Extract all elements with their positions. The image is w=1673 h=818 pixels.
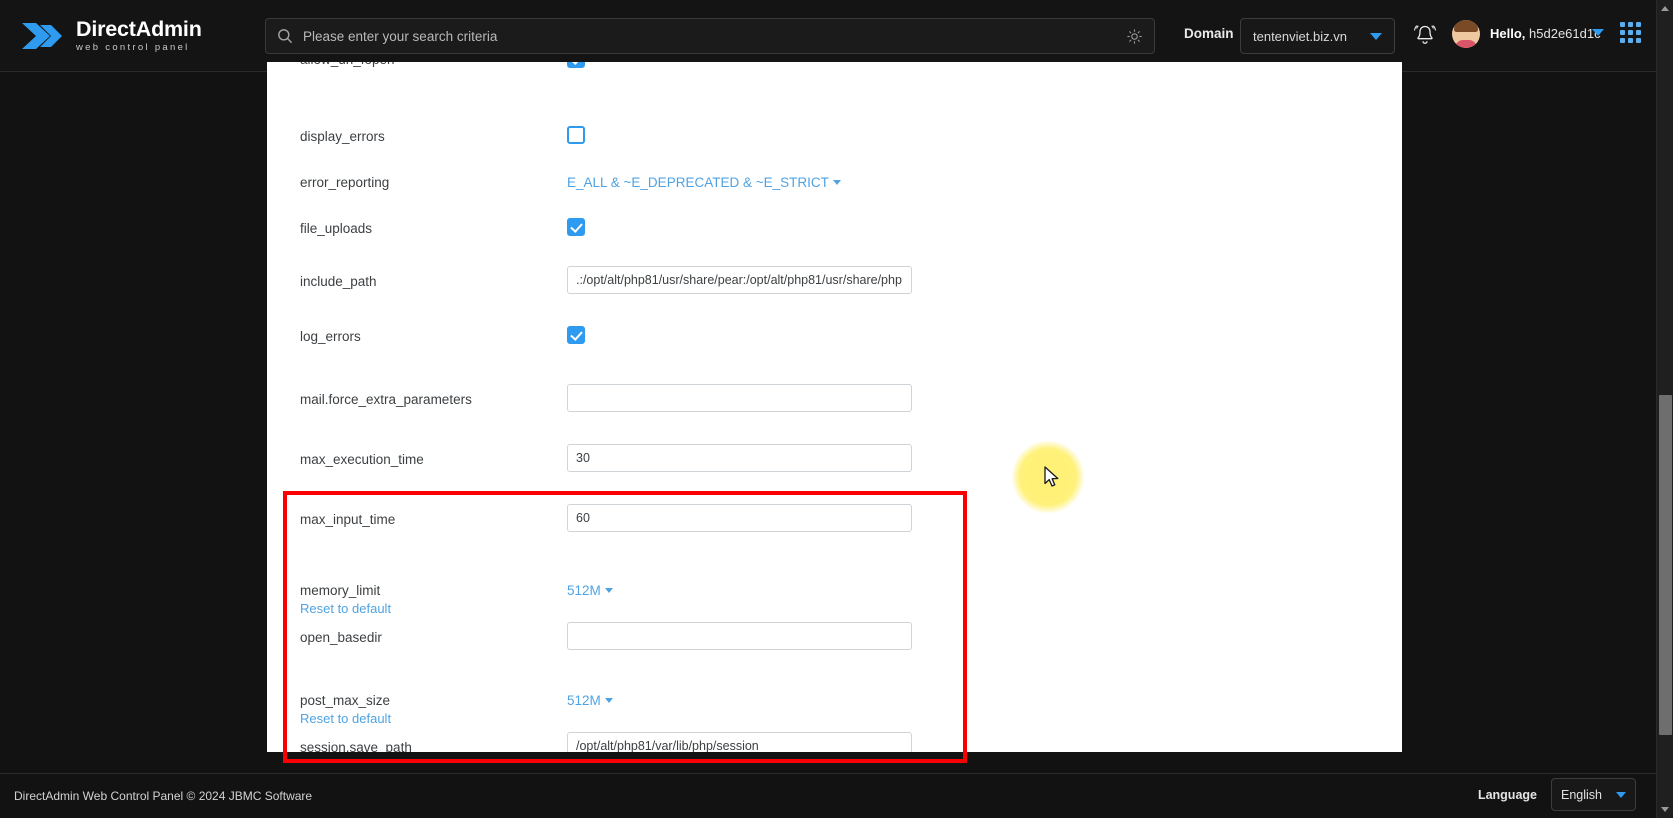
greeting-prefix: Hello, [1490,26,1526,41]
table-row: display_errors [267,126,1402,172]
scroll-up-arrow-icon[interactable] [1661,6,1669,11]
directadmin-logo-icon [22,22,62,49]
include-path-input[interactable] [567,266,912,294]
table-row: memory_limit Reset to default 512M [267,580,1402,620]
table-row: session.save_path [267,732,1402,752]
search-input[interactable] [293,28,1126,44]
domain-selector[interactable]: tentenviet.biz.vn [1240,18,1395,54]
error-reporting-value: E_ALL & ~E_DEPRECATED & ~E_STRICT [567,175,829,190]
setting-label: session.save_path [300,740,412,752]
setting-label: post_max_size [300,693,391,708]
file-uploads-checkbox[interactable] [567,218,585,236]
brand-title: DirectAdmin [76,16,202,41]
domain-label: Domain [1184,26,1234,41]
chevron-down-icon [604,588,613,593]
language-selector[interactable]: English [1551,778,1636,811]
setting-label: memory_limit [300,583,381,598]
setting-label: max_execution_time [300,452,424,467]
language-selected-value: English [1561,787,1602,802]
chevron-down-icon [604,698,613,703]
setting-label: open_basedir [300,630,382,645]
page-scrollbar[interactable] [1656,0,1673,818]
search-icon [278,29,293,44]
username-label: h5d2e61d1c [1529,26,1601,41]
memory-limit-value: 512M [567,583,601,598]
domain-selected-value: tentenviet.biz.vn [1253,28,1347,44]
brand-subtitle: web control panel [76,42,190,53]
avatar-eyes [1459,33,1473,46]
max-input-time-input[interactable] [567,504,912,532]
setting-label: allow_url_fopen [267,62,567,67]
scrollbar-thumb[interactable] [1659,395,1672,735]
setting-label: log_errors [300,329,361,344]
open-basedir-input[interactable] [567,622,912,650]
post-max-size-dropdown[interactable]: 512M [567,693,613,708]
mail-force-extra-parameters-input[interactable] [567,384,912,412]
post-max-size-value: 512M [567,693,601,708]
global-search-bar[interactable] [265,18,1155,54]
table-row: error_reporting E_ALL & ~E_DEPRECATED & … [267,172,1402,218]
table-row: file_uploads [267,218,1402,264]
avatar-hair [1454,20,1478,32]
user-avatar[interactable] [1452,20,1480,48]
display-errors-checkbox[interactable] [567,126,585,144]
error-reporting-dropdown[interactable]: E_ALL & ~E_DEPRECATED & ~E_STRICT [567,175,841,190]
allow-url-fopen-checkbox[interactable] [567,62,585,68]
memory-limit-dropdown[interactable]: 512M [567,583,613,598]
php-settings-panel: allow_url_fopen display_errors error_rep… [267,62,1402,752]
table-row: log_errors [267,326,1402,372]
table-row: mail.force_extra_parameters [267,384,1402,430]
setting-label: file_uploads [300,221,373,236]
notifications-bell-icon[interactable] [1412,22,1438,48]
footer-bar: DirectAdmin Web Control Panel © 2024 JBM… [0,774,1656,818]
user-menu-chevron-down-icon[interactable] [1592,29,1604,36]
user-greeting[interactable]: Hello, h5d2e61d1c [1490,26,1601,41]
setting-label: include_path [300,274,377,289]
table-row: max_execution_time [267,444,1402,490]
max-execution-time-input[interactable] [567,444,912,472]
table-row: allow_url_fopen [267,62,1402,108]
session-save-path-input[interactable] [567,732,912,752]
chevron-down-icon [832,180,841,185]
post-max-size-reset-to-default-link[interactable]: Reset to default [267,711,567,726]
table-row: include_path [267,266,1402,312]
footer-copyright: DirectAdmin Web Control Panel © 2024 JBM… [14,789,313,803]
chevron-down-icon [1370,32,1382,40]
php-settings-form: allow_url_fopen display_errors error_rep… [267,62,1402,752]
app-grid-icon[interactable] [1620,22,1642,44]
setting-label: max_input_time [300,512,396,527]
memory-limit-reset-to-default-link[interactable]: Reset to default [267,601,567,616]
scroll-down-arrow-icon[interactable] [1661,807,1669,812]
table-row: post_max_size Reset to default 512M [267,690,1402,730]
table-row: open_basedir [267,622,1402,668]
language-label: Language [1477,787,1537,802]
footer-language-area: Language English [1478,778,1636,811]
avatar-body [1455,40,1477,48]
table-row: max_input_time [267,504,1402,550]
setting-label: error_reporting [300,175,390,190]
brand-logo-area[interactable]: DirectAdmin web control panel [22,16,232,53]
search-settings-gear-icon[interactable] [1126,28,1143,45]
directadmin-app-window: DirectAdmin web control panel Domain [0,0,1673,818]
log-errors-checkbox[interactable] [567,326,585,344]
setting-label: display_errors [300,129,385,144]
setting-label: mail.force_extra_parameters [300,392,472,407]
chevron-down-icon [1616,791,1626,798]
